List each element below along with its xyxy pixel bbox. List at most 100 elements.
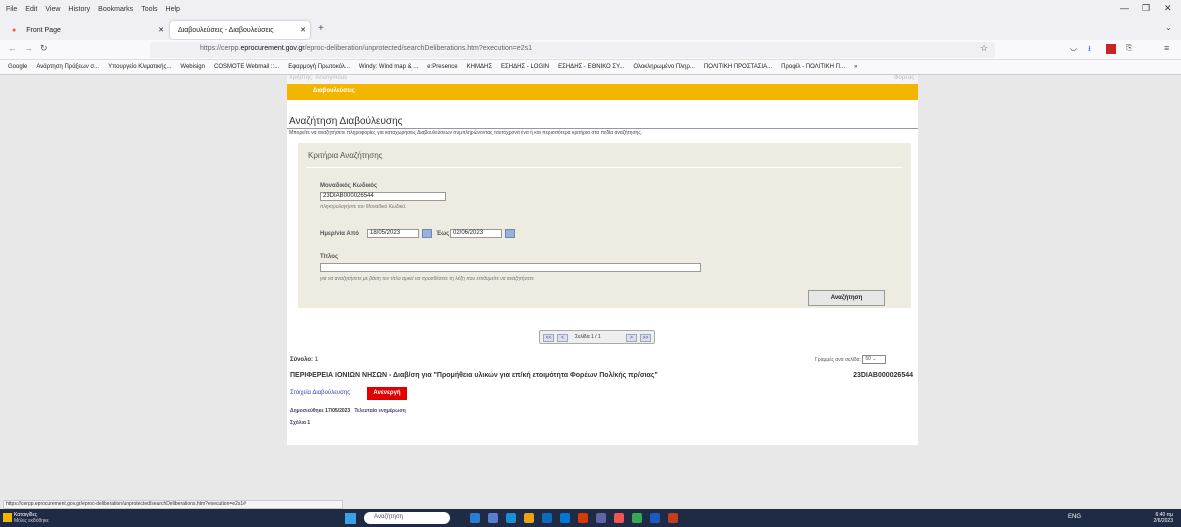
bookmark-item[interactable]: Windy: Wind map & ... (359, 64, 418, 70)
store-icon[interactable] (542, 513, 552, 523)
first-page-button[interactable]: << (543, 334, 554, 342)
intro-text: Μπορείτε να αναζητήσετε πληροφορίες για … (289, 130, 643, 136)
menu-bar: File Edit View History Bookmarks Tools H… (0, 0, 1181, 19)
date-to-input[interactable]: 02/06/2023 (450, 229, 502, 238)
page-indicator: Σελίδα 1 / 1 (575, 334, 601, 340)
date-from-input[interactable]: 18/05/2023 (367, 229, 419, 238)
rows-per-page-select[interactable]: 50 ⌄ (862, 355, 887, 364)
published-info: Δημοσιεύθηκε 17/05/2023 Τελευταία ενημέρ… (290, 408, 406, 414)
forward-icon[interactable]: → (24, 43, 33, 53)
tab-list-icon[interactable]: ⌄ (1165, 23, 1172, 32)
url-path: /eproc-deliberation/unprotected/searchDe… (304, 45, 532, 52)
comments-count: 1 (307, 420, 311, 426)
date-from-label: Ημερ/νία Από (320, 231, 359, 237)
powerpoint-icon[interactable] (668, 513, 678, 523)
url-prefix: https://cerpp. (200, 45, 241, 52)
menu-history[interactable]: History (68, 6, 90, 13)
hamburger-menu-icon[interactable]: ≡ (1164, 43, 1169, 53)
mail-icon[interactable] (1106, 44, 1116, 54)
status-url: https://cerpp.eprocurement.gov.gr/eproc-… (3, 500, 343, 509)
menu-file[interactable]: File (6, 6, 17, 13)
edge-icon[interactable] (506, 513, 516, 523)
menu-bookmarks[interactable]: Bookmarks (98, 6, 133, 13)
navigation-bar: ← → ↻ https://cerpp.eprocurement.gov.gr/… (0, 40, 1181, 60)
nav-item-deliberations[interactable]: Διαβουλεύσεις (313, 88, 355, 94)
firefox-taskbar-icon[interactable] (614, 513, 624, 523)
menu-edit[interactable]: Edit (25, 6, 37, 13)
clock[interactable]: 6:40 πμ 2/6/2023 (1154, 512, 1173, 524)
firefox-icon: ● (12, 26, 17, 34)
restore-icon[interactable]: ❐ (1142, 3, 1150, 14)
teams-icon[interactable] (596, 513, 606, 523)
extensions-icon[interactable]: ⎘ (1126, 43, 1132, 53)
bookmark-item[interactable]: Εφαρμογή Πρωτοκόλ... (288, 64, 350, 70)
rows-per-page-value: 50 (865, 356, 871, 362)
url-bar[interactable]: https://cerpp.eprocurement.gov.gr/eproc-… (150, 42, 995, 58)
pocket-icon[interactable]: ◡ (1070, 43, 1077, 52)
comments-info: Σχόλια 1 (290, 420, 310, 426)
bookmark-star-icon[interactable]: ☆ (980, 43, 988, 54)
last-page-button[interactable]: >> (640, 334, 651, 342)
bookmark-item[interactable]: Google (8, 64, 27, 70)
close-window-icon[interactable]: ✕ (1164, 3, 1172, 14)
bookmark-item[interactable]: Ολοκληρωμένο Πληρ... (633, 64, 695, 70)
bookmark-item[interactable]: Webisign (180, 64, 205, 70)
bookmark-item[interactable]: e:Presence (427, 64, 457, 70)
search-criteria-panel: Κριτήρια Αναζήτησης Μοναδικός Κωδικός 23… (298, 143, 911, 308)
language-indicator[interactable]: ENG (1068, 514, 1081, 520)
result-row[interactable]: ΠΕΡΙΦΕΡΕΙΑ ΙΟΝΙΩΝ ΝΗΣΩΝ - Διαβ/ση για "Π… (290, 372, 915, 386)
back-icon[interactable]: ← (8, 43, 17, 53)
taskbar: Καταιγίδες Μόλις εκδόθηκε Αναζήτηση ENG … (0, 509, 1181, 527)
title-input[interactable] (320, 263, 701, 272)
details-link[interactable]: Στοιχεία Διαβούλευσης (290, 390, 350, 396)
bookmark-item[interactable]: Ανάρτηση Πράξεων σ... (36, 64, 99, 70)
inactive-status-button[interactable]: Ανενεργή (367, 387, 407, 400)
tab-bar: ● Front Page ✕ Διαβουλεύσεις - Διαβουλεύ… (0, 19, 1181, 40)
rows-per-page: Γραμμές ανα σελίδα: 50 ⌄ (815, 355, 887, 364)
bookmark-item[interactable]: ΚΗΜΔΗΣ (467, 64, 492, 70)
download-icon[interactable]: ⭳ (1088, 43, 1091, 57)
organization-label: Φορέας: (893, 75, 916, 81)
app-icon[interactable] (578, 513, 588, 523)
bookmark-item[interactable]: Υπουργείο Κλιματικής... (108, 64, 171, 70)
clock-date: 2/6/2023 (1153, 518, 1173, 524)
close-tab-icon[interactable]: ✕ (300, 26, 306, 34)
dell-icon[interactable] (488, 513, 498, 523)
task-view-icon[interactable] (470, 513, 480, 523)
next-page-button[interactable]: > (626, 334, 637, 342)
start-icon[interactable] (345, 513, 356, 524)
last-update-link[interactable]: Τελευταία ενημέρωση (354, 408, 405, 414)
comments-label[interactable]: Σχόλια (290, 420, 306, 426)
outlook-icon[interactable] (560, 513, 570, 523)
taskbar-apps (470, 513, 678, 523)
tab-front-page[interactable]: ● Front Page ✕ (4, 21, 168, 39)
bookmark-item[interactable]: Προφίλ - ΠΟΛΙΤΙΚΗ Π... (781, 64, 845, 70)
menu-help[interactable]: Help (166, 6, 180, 13)
chrome-icon[interactable] (632, 513, 642, 523)
prev-page-button[interactable]: < (557, 334, 568, 342)
tab-label: Διαβουλεύσεις - Διαβουλεύσεις (178, 26, 274, 34)
result-title[interactable]: ΠΕΡΙΦΕΡΕΙΑ ΙΟΝΙΩΝ ΝΗΣΩΝ - Διαβ/ση για "Π… (290, 372, 658, 379)
bookmark-item[interactable]: ΠΟΛΙΤΙΚΗ ΠΡΟΣΤΑΣΙΑ... (704, 64, 772, 70)
total-value: 1 (314, 357, 319, 363)
weather-subtitle: Μόλις εκδόθηκε (14, 518, 49, 524)
menu-view[interactable]: View (45, 6, 60, 13)
calendar-icon[interactable] (422, 229, 432, 238)
reload-icon[interactable]: ↻ (40, 43, 48, 54)
bookmark-item[interactable]: ΕΣΗΔΗΣ - ΕΘΝΙΚΟ ΣΥ... (558, 64, 624, 70)
menu-tools[interactable]: Tools (141, 6, 157, 13)
bookmarks-overflow-icon[interactable]: » (854, 64, 857, 70)
taskbar-search[interactable]: Αναζήτηση (364, 512, 450, 524)
weather-widget[interactable]: Καταιγίδες Μόλις εκδόθηκε (14, 512, 49, 524)
bookmark-item[interactable]: ΕΣΗΔΗΣ - LOGIN (501, 64, 549, 70)
word-icon[interactable] (650, 513, 660, 523)
bookmark-item[interactable]: COSMOTE Webmail ::... (214, 64, 279, 70)
file-explorer-icon[interactable] (524, 513, 534, 523)
tab-deliberations[interactable]: Διαβουλεύσεις - Διαβουλεύσεις ✕ (170, 21, 310, 39)
close-tab-icon[interactable]: ✕ (158, 26, 164, 34)
new-tab-icon[interactable]: + (318, 23, 324, 34)
minimize-icon[interactable]: — (1120, 3, 1129, 13)
search-button[interactable]: Αναζήτηση (808, 290, 885, 306)
calendar-icon[interactable] (505, 229, 515, 238)
code-input[interactable]: 23DIAB000026544 (320, 192, 446, 201)
